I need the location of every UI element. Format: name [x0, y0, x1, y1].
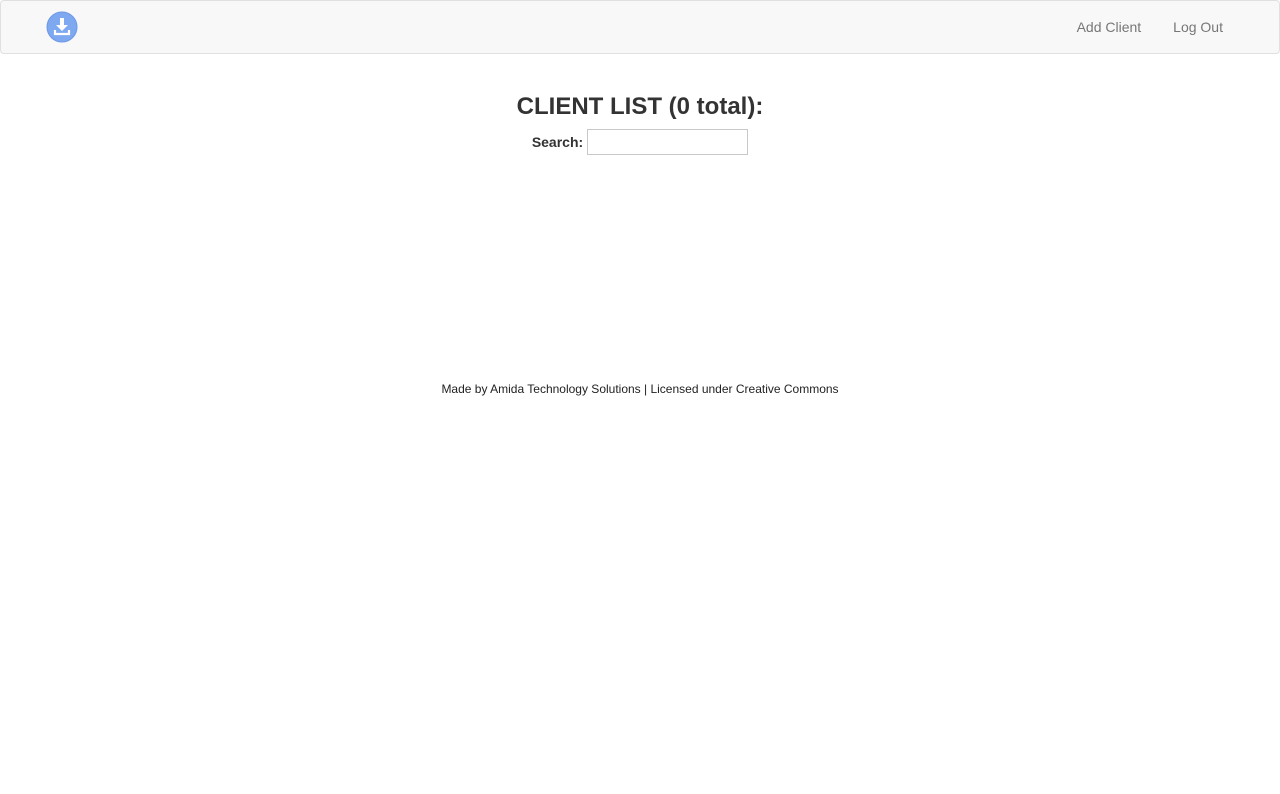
add-client-link[interactable]: Add Client: [1061, 1, 1158, 53]
download-circle-icon[interactable]: [46, 11, 78, 43]
log-out-link[interactable]: Log Out: [1157, 1, 1239, 53]
search-row: Search:: [0, 129, 1280, 155]
nav-links: Add Client Log Out: [1061, 1, 1239, 53]
search-label: Search:: [531, 134, 584, 150]
main-content: CLIENT LIST (0 total): Search:: [0, 88, 1280, 155]
page-title: CLIENT LIST (0 total):: [516, 93, 764, 120]
footer-text: Made by Amida Technology Solutions | Lic…: [441, 382, 839, 396]
search-input[interactable]: [587, 129, 749, 155]
top-navbar: Add Client Log Out: [0, 0, 1280, 54]
